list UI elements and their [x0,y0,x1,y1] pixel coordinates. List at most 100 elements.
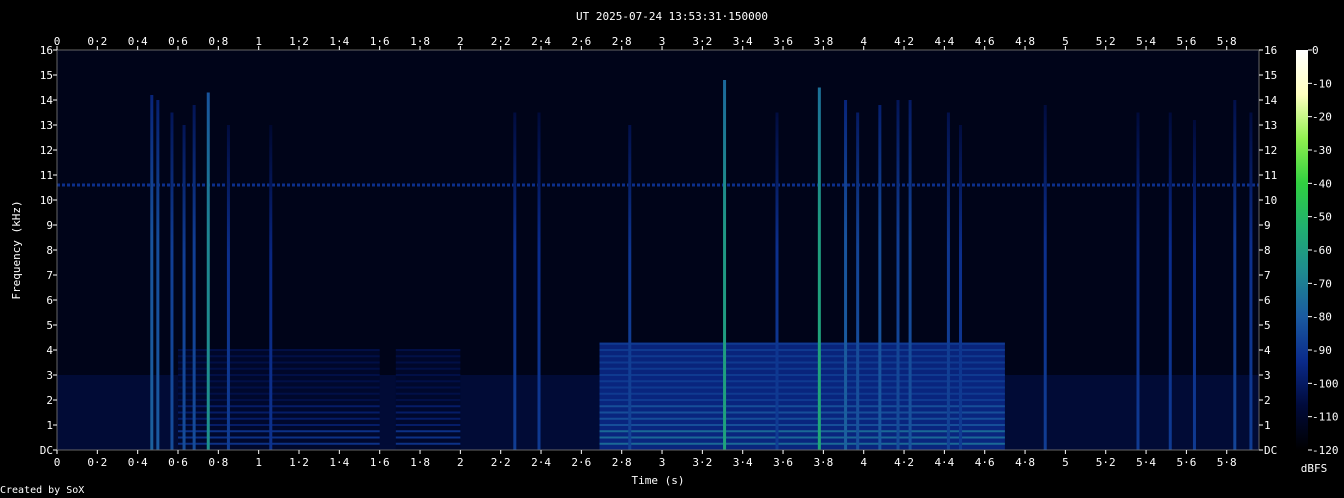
y-tick-label: 14 [1264,94,1278,107]
colorbar-tick-label: -30 [1312,144,1332,157]
colorbar-tick-label: -100 [1312,377,1339,390]
burst-line [817,87,821,450]
x-tick-label: 1·4 [329,456,349,469]
x-tick-label: 0·2 [87,35,107,48]
y-tick-label: 1 [1264,419,1271,432]
x-axis-label: Time (s) [632,474,685,487]
x-tick-label: 0 [54,35,61,48]
x-tick-label: 5·8 [1217,35,1237,48]
burst-line [896,100,900,450]
burst-line [1168,112,1172,450]
x-tick-label: 5·8 [1217,456,1237,469]
x-tick-label: 1·4 [329,35,349,48]
x-tick-label: 1·8 [410,456,430,469]
y-tick-label: 12 [40,144,53,157]
x-tick-label: 1·6 [370,456,390,469]
x-tick-label: 3·4 [733,456,753,469]
colorbar [1296,50,1308,450]
x-tick-label: 3·6 [773,35,793,48]
x-tick-label: 3·2 [692,456,712,469]
y-tick-label: 9 [46,219,53,232]
x-tick-label: 2 [457,35,464,48]
x-tick-label: 5·4 [1136,456,1156,469]
colorbar-tick-label: 0 [1312,44,1319,57]
y-tick-label: 15 [1264,69,1277,82]
burst-line [878,105,882,450]
x-tick-label: 1 [255,456,262,469]
y-tick-label: 9 [1264,219,1271,232]
burst-line [170,112,174,450]
burst-line [959,125,963,450]
x-tick-label: 4·8 [1015,35,1035,48]
burst-line [628,125,632,450]
y-tick-label: 8 [46,244,53,257]
y-tick-label: DC [40,444,53,457]
x-axis-top: 0 0·2 0·4 0·6 0·8 1 1·2 1·4 1·6 1·8 2 2·2 2·4 2·6 2·8 3… [54,35,1237,50]
x-tick-label: 0 [54,456,61,469]
x-tick-label: 1 [255,35,262,48]
x-tick-label: 4·4 [934,35,954,48]
x-tick-label: 3·8 [813,35,833,48]
colorbar-tick-label: -90 [1312,344,1332,357]
colorbar-tick-label: -60 [1312,244,1332,257]
colorbar-tick-label: -50 [1312,211,1332,224]
y-tick-label: 11 [1264,169,1277,182]
colorbar-tick-label: -120 [1312,444,1339,457]
y-tick-label: 7 [1264,269,1271,282]
burst-line [1192,120,1196,450]
y-tick-label: 13 [1264,119,1277,132]
x-tick-label: 4·8 [1015,456,1035,469]
x-tick-label: 2 [457,456,464,469]
y-tick-label: 3 [46,369,53,382]
y-tick-label: 15 [40,69,53,82]
x-tick-label: 0·6 [168,35,188,48]
colorbar-tick-label: -10 [1312,77,1332,90]
y-tick-label: 1 [46,419,53,432]
x-tick-label: 1·6 [370,35,390,48]
burst-line [1043,105,1047,450]
x-tick-label: 1·2 [289,35,309,48]
harmonic-block [599,342,1005,450]
x-tick-label: 2·6 [571,456,591,469]
spectrogram-chart: UT 2025-07-24 13:53:31·150000 0 0·2 0·4 0·6… [10,10,1339,487]
burst-line [226,125,230,450]
colorbar-tick-label: -20 [1312,111,1332,124]
x-tick-label: 2·8 [612,456,632,469]
x-tick-label: 4·2 [894,456,914,469]
x-tick-label: 2·2 [491,456,511,469]
burst-line [775,112,779,450]
chart-title: UT 2025-07-24 13:53:31·150000 [576,10,768,23]
burst-line [156,100,160,450]
x-tick-label: 3·8 [813,456,833,469]
x-tick-label: 5·2 [1096,35,1116,48]
burst-line [946,112,950,450]
x-tick-label: 4 [860,35,867,48]
x-axis-bottom: 0 0·2 0·4 0·6 0·8 1 1·2 1·4 1·6 1·8 2 2·2 2·4 2·6 2·8 3… [54,450,1237,469]
x-tick-label: 5·2 [1096,456,1116,469]
burst-line [513,112,517,450]
y-tick-label: 4 [1264,344,1271,357]
burst-line [908,100,912,450]
y-tick-label: 4 [46,344,53,357]
x-tick-label: 0·6 [168,456,188,469]
x-tick-label: 0·2 [87,456,107,469]
x-tick-label: 5 [1062,35,1069,48]
y-tick-label: 12 [1264,144,1277,157]
y-tick-label: 10 [1264,194,1277,207]
y-tick-label: 8 [1264,244,1271,257]
colorbar-tick-label: -70 [1312,277,1332,290]
y-tick-label: 11 [40,169,53,182]
y-tick-label: 6 [1264,294,1271,307]
x-tick-label: 2·8 [612,35,632,48]
y-tick-label: 13 [40,119,53,132]
x-tick-label: 2·4 [531,456,551,469]
burst-line [856,112,860,450]
colorbar-ticks: 0 -10 -20 -30 -40 -50 -60 -70 -80 -90 -100 -110 -120 [1308,44,1339,457]
x-tick-label: 3·4 [733,35,753,48]
credit-text: Created by SoX [0,485,85,496]
spectrogram-marks [57,50,1259,450]
y-tick-label: 2 [1264,394,1271,407]
y-tick-label: 7 [46,269,53,282]
x-tick-label: 5·6 [1176,456,1196,469]
y-tick-label: 3 [1264,369,1271,382]
